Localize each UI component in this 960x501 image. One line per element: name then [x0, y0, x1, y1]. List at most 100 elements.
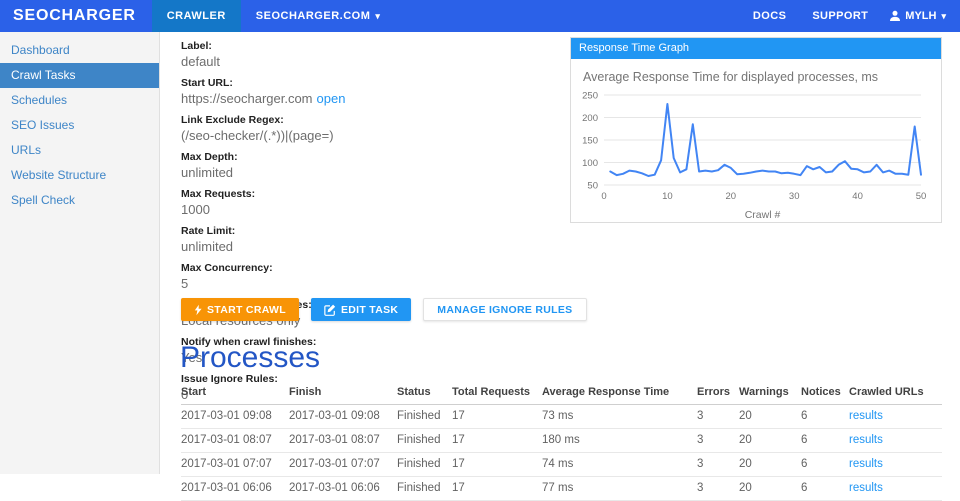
- results-link[interactable]: results: [849, 482, 883, 494]
- column-header: Total Requests: [452, 381, 542, 405]
- table-cell: 20: [739, 453, 801, 477]
- task-field: Max Requests:1000: [181, 188, 551, 217]
- x-tick-label: 10: [662, 191, 673, 202]
- results-link[interactable]: results: [849, 458, 883, 470]
- table-row: 2017-03-01 09:082017-03-01 09:08Finished…: [181, 405, 942, 429]
- table-cell: 20: [739, 405, 801, 429]
- sidebar-item-urls[interactable]: URLs: [0, 138, 159, 163]
- table-cell: 3: [697, 405, 739, 429]
- table-cell: 73 ms: [542, 405, 697, 429]
- task-field: Rate Limit:unlimited: [181, 225, 551, 254]
- start-crawl-button[interactable]: START CRAWL: [181, 298, 299, 321]
- sidebar-item-crawl-tasks[interactable]: Crawl Tasks: [0, 63, 159, 88]
- support-link[interactable]: SUPPORT: [799, 0, 881, 32]
- table-cell: 3: [697, 429, 739, 453]
- field-label: Label:: [181, 40, 551, 52]
- table-cell: 20: [739, 477, 801, 501]
- table-cell: results: [849, 429, 942, 453]
- table-cell: 3: [697, 477, 739, 501]
- response-time-graph-panel: Response Time Graph Average Response Tim…: [570, 37, 942, 223]
- table-cell: 74 ms: [542, 453, 697, 477]
- field-value: (/seo-checker/(.*))|(page=): [181, 128, 551, 143]
- edit-task-label: EDIT TASK: [341, 304, 398, 316]
- user-name: MYLH: [905, 10, 936, 22]
- nav-tab-crawler[interactable]: CRAWLER: [152, 0, 241, 32]
- chevron-down-icon: ▾: [375, 11, 380, 22]
- column-header: Errors: [697, 381, 739, 405]
- table-cell: 20: [739, 429, 801, 453]
- x-tick-label: 30: [789, 191, 800, 202]
- table-cell: 77 ms: [542, 477, 697, 501]
- table-cell: 17: [452, 477, 542, 501]
- field-value: 1000: [181, 202, 551, 217]
- manage-ignore-rules-label: MANAGE IGNORE RULES: [437, 304, 572, 316]
- column-header: Crawled URLs: [849, 381, 942, 405]
- table-cell: 6: [801, 429, 849, 453]
- edit-icon: [324, 304, 336, 316]
- start-crawl-label: START CRAWL: [207, 304, 286, 316]
- response-time-chart: 5010015020025001020304050Crawl #: [577, 88, 935, 222]
- table-cell: 17: [452, 429, 542, 453]
- y-tick-label: 250: [582, 91, 598, 102]
- y-tick-label: 50: [587, 181, 598, 192]
- table-row: 2017-03-01 06:062017-03-01 06:06Finished…: [181, 477, 942, 501]
- sidebar-item-website-structure[interactable]: Website Structure: [0, 163, 159, 188]
- table-cell: 6: [801, 405, 849, 429]
- open-url-link[interactable]: open: [317, 91, 346, 106]
- task-field: Max Depth: unlimited: [181, 151, 551, 180]
- sidebar-item-dashboard[interactable]: Dashboard: [0, 38, 159, 63]
- user-menu-dropdown[interactable]: MYLH ▾: [881, 0, 960, 32]
- task-actions: START CRAWL EDIT TASK MANAGE IGNORE RULE…: [181, 298, 587, 321]
- table-cell: results: [849, 453, 942, 477]
- field-label: Max Concurrency:: [181, 262, 551, 274]
- table-cell: 2017-03-01 09:08: [181, 405, 289, 429]
- table-cell: 2017-03-01 08:07: [289, 429, 397, 453]
- chart-subtitle: Average Response Time for displayed proc…: [571, 59, 941, 84]
- table-cell: 3: [697, 453, 739, 477]
- table-cell: 2017-03-01 06:06: [181, 477, 289, 501]
- column-header: Finish: [289, 381, 397, 405]
- field-value: https://seocharger.comopen: [181, 91, 551, 106]
- chart-panel-title: Response Time Graph: [571, 38, 941, 59]
- field-label: Start URL:: [181, 77, 551, 89]
- x-tick-label: 50: [916, 191, 927, 202]
- docs-link[interactable]: DOCS: [740, 0, 799, 32]
- table-cell: 2017-03-01 09:08: [289, 405, 397, 429]
- field-value: unlimited: [181, 165, 551, 180]
- results-link[interactable]: results: [849, 434, 883, 446]
- sidebar-item-spell-check[interactable]: Spell Check: [0, 188, 159, 213]
- main-content: Label: default Start URL: https://seocharge…: [161, 32, 960, 474]
- brand-logo[interactable]: SEOCHARGER: [0, 0, 152, 32]
- table-cell: 17: [452, 405, 542, 429]
- table-cell: Finished: [397, 429, 452, 453]
- task-field: Start URL: https://seocharger.comopen: [181, 77, 551, 106]
- site-menu-dropdown[interactable]: SEOCHARGER.COM ▾: [241, 0, 396, 32]
- task-field: Link Exclude Regex:(/seo-checker/(.*))|(…: [181, 114, 551, 143]
- table-cell: 6: [801, 453, 849, 477]
- table-cell: 2017-03-01 06:06: [289, 477, 397, 501]
- table-cell: Finished: [397, 453, 452, 477]
- results-link[interactable]: results: [849, 410, 883, 422]
- sidebar-item-schedules[interactable]: Schedules: [0, 88, 159, 113]
- table-cell: 17: [452, 453, 542, 477]
- sidebar-item-seo-issues[interactable]: SEO Issues: [0, 113, 159, 138]
- field-label: Max Depth:: [181, 151, 551, 163]
- table-cell: Finished: [397, 405, 452, 429]
- column-header: Average Response Time: [542, 381, 697, 405]
- chart-x-axis-label: Crawl #: [745, 209, 781, 221]
- table-row: 2017-03-01 08:072017-03-01 08:07Finished…: [181, 429, 942, 453]
- manage-ignore-rules-button[interactable]: MANAGE IGNORE RULES: [423, 298, 586, 321]
- edit-task-button[interactable]: EDIT TASK: [311, 298, 411, 321]
- x-tick-label: 40: [852, 191, 863, 202]
- column-header: Start: [181, 381, 289, 405]
- y-tick-label: 100: [582, 158, 598, 169]
- table-cell: Finished: [397, 477, 452, 501]
- processes-title: Processes: [180, 341, 320, 375]
- x-tick-label: 20: [726, 191, 737, 202]
- sidebar: DashboardCrawl TasksSchedulesSEO IssuesU…: [0, 32, 160, 474]
- column-header: Status: [397, 381, 452, 405]
- y-tick-label: 150: [582, 136, 598, 147]
- field-value: default: [181, 54, 551, 69]
- field-label: Rate Limit:: [181, 225, 551, 237]
- processes-table: StartFinishStatusTotal RequestsAverage R…: [181, 381, 942, 501]
